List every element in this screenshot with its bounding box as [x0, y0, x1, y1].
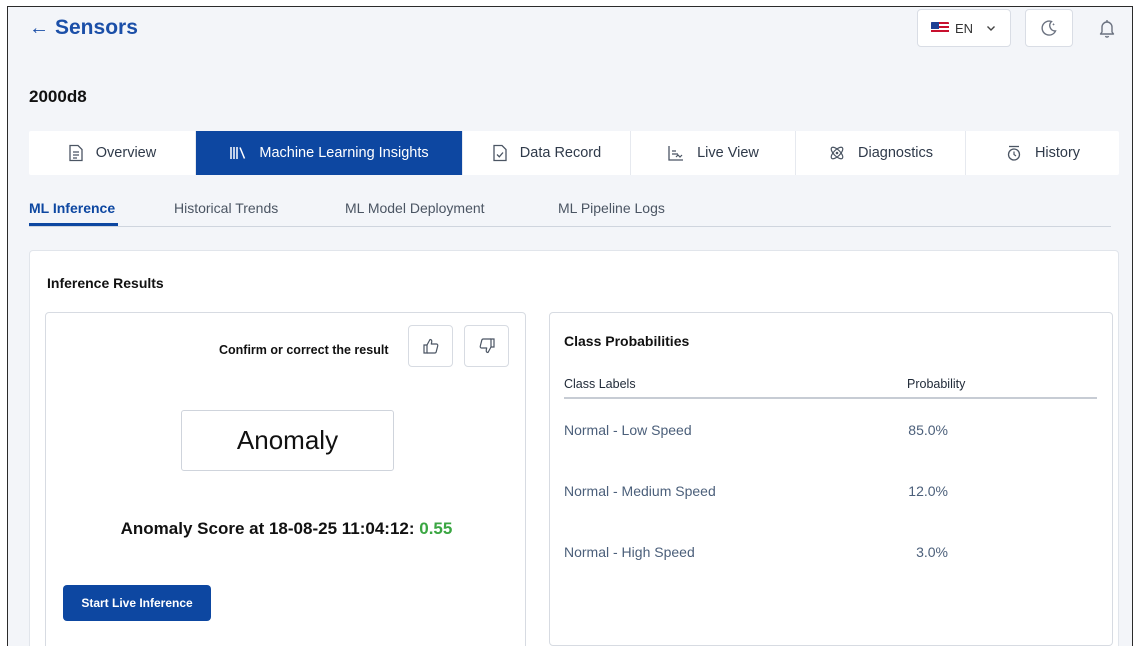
active-subtab-indicator — [29, 223, 118, 226]
tab-label: History — [1034, 145, 1081, 161]
document-icon — [69, 144, 83, 162]
main-tabs: Overview Machine Learning Insights Data … — [29, 131, 1119, 175]
app-frame: ← Sensors EN 2000d8 Overview Machine Lea… — [7, 6, 1133, 646]
class-probabilities-panel: Class Probabilities Class Labels Probabi… — [549, 312, 1113, 646]
device-id-title: 2000d8 — [29, 87, 87, 106]
thumbs-down-icon — [479, 338, 495, 354]
tab-label: Diagnostics — [858, 145, 933, 161]
thumbs-up-icon — [422, 338, 438, 354]
atom-icon — [830, 146, 844, 160]
tab-machine-learning-insights[interactable]: Machine Learning Insights — [196, 131, 463, 175]
tab-live-view[interactable]: Live View — [631, 131, 796, 175]
inference-results-card: Inference Results Confirm or correct the… — [29, 250, 1119, 646]
class-probabilities-title: Class Probabilities — [564, 333, 690, 349]
subtab-ml-inference[interactable]: ML Inference — [29, 200, 115, 216]
table-header: Class Labels Probability — [564, 374, 1097, 399]
notifications-button[interactable] — [1096, 17, 1118, 39]
thumbs-down-button[interactable] — [464, 325, 509, 367]
tab-label: Machine Learning Insights — [259, 145, 429, 161]
tab-label: Data Record — [519, 145, 602, 161]
moon-icon — [1041, 20, 1057, 36]
back-arrow-icon: ← — [29, 17, 49, 39]
us-flag-icon — [931, 22, 949, 34]
tab-label: Overview — [95, 145, 157, 161]
table-row: Normal - Low Speed 85.0% — [564, 422, 1097, 442]
table-row: Normal - Medium Speed 12.0% — [564, 483, 1097, 503]
sub-tabs: ML Inference Historical Trends ML Model … — [29, 197, 1111, 227]
column-header-class-labels: Class Labels — [564, 377, 636, 391]
tab-data-record[interactable]: Data Record — [463, 131, 631, 175]
tab-overview[interactable]: Overview — [29, 131, 196, 175]
tab-label: Live View — [697, 145, 759, 161]
class-label-cell: Normal - Low Speed — [564, 422, 692, 438]
feedback-prompt: Confirm or correct the result — [219, 343, 389, 357]
library-icon — [230, 147, 246, 159]
thumbs-up-button[interactable] — [408, 325, 453, 367]
class-label-cell: Normal - Medium Speed — [564, 483, 716, 499]
probability-cell: 3.0% — [916, 544, 948, 560]
subtab-historical-trends[interactable]: Historical Trends — [174, 200, 278, 216]
anomaly-score-line: Anomaly Score at 18-08-25 11:04:12: 0.55 — [46, 519, 527, 539]
probability-cell: 12.0% — [908, 483, 948, 499]
table-row: Normal - High Speed 3.0% — [564, 544, 1097, 564]
column-header-probability: Probability — [907, 377, 966, 391]
language-code: EN — [955, 20, 974, 36]
inference-results-title: Inference Results — [47, 275, 164, 291]
inference-result-label: Anomaly — [181, 410, 394, 471]
bell-icon — [1099, 20, 1115, 38]
subtab-ml-pipeline-logs[interactable]: ML Pipeline Logs — [558, 200, 665, 216]
language-selector[interactable]: EN — [917, 9, 1011, 47]
back-to-sensors-link[interactable]: ← Sensors — [29, 16, 138, 40]
back-link-label: Sensors — [55, 16, 138, 39]
chart-pulse-icon — [668, 146, 684, 161]
subtab-ml-model-deployment[interactable]: ML Model Deployment — [345, 200, 485, 216]
probability-cell: 85.0% — [908, 422, 948, 438]
theme-toggle-button[interactable] — [1025, 9, 1073, 47]
class-label-cell: Normal - High Speed — [564, 544, 695, 560]
file-check-icon — [493, 144, 507, 162]
anomaly-score-value: 0.55 — [419, 519, 453, 538]
tab-history[interactable]: History — [966, 131, 1119, 175]
tab-diagnostics[interactable]: Diagnostics — [796, 131, 966, 175]
history-clock-icon — [1007, 145, 1021, 161]
chevron-down-icon — [987, 26, 996, 31]
anomaly-score-prefix: Anomaly Score at 18-08-25 11:04:12: — [120, 519, 415, 538]
result-panel: Confirm or correct the result Anomaly An… — [45, 312, 526, 646]
start-live-inference-button[interactable]: Start Live Inference — [63, 585, 211, 621]
